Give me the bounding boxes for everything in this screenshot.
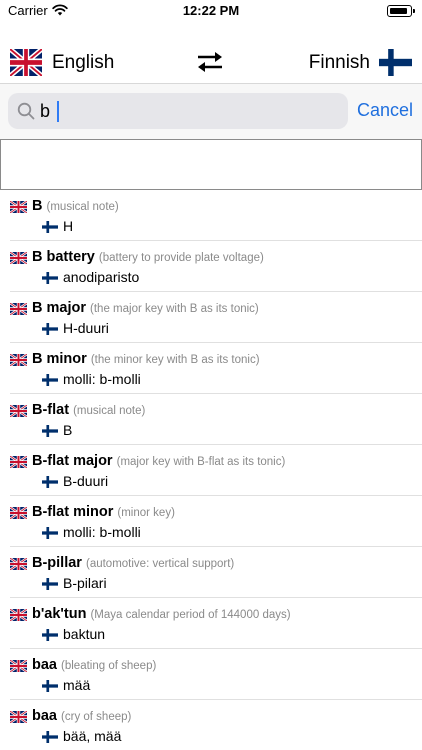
finland-flag-icon [42, 374, 58, 386]
entry-term-text: B major [32, 300, 86, 316]
entry-translation: baktun [63, 626, 106, 642]
finland-flag-icon [42, 323, 58, 335]
entry-term-text: B-flat major [32, 453, 113, 469]
uk-flag-icon [10, 354, 27, 366]
entry-translation: bää, mää [63, 728, 122, 744]
battery-icon [387, 5, 415, 17]
uk-flag-icon [10, 303, 27, 315]
finland-flag-icon [42, 731, 58, 743]
finland-flag-icon [42, 578, 58, 590]
finland-flag-icon [42, 476, 58, 488]
results-list: B (musical note) H B battery (battery to p… [0, 190, 422, 750]
swap-languages-icon[interactable] [195, 50, 225, 74]
entry-term: B major (the major key with B as its ton… [32, 300, 259, 316]
entry-term-text: baa [32, 657, 57, 673]
entry-term: baa (cry of sheep) [32, 708, 131, 724]
search-field-container[interactable] [8, 93, 348, 129]
finland-flag-icon [42, 221, 58, 233]
entry-term: B-flat (musical note) [32, 402, 145, 418]
list-item[interactable]: B battery (battery to provide plate volt… [10, 241, 422, 292]
entry-term: B battery (battery to provide plate volt… [32, 249, 264, 265]
list-item[interactable]: B-pillar (automotive: vertical support) B… [10, 547, 422, 598]
entry-translation: H-duuri [63, 320, 109, 336]
entry-translation: molli: b-molli [63, 524, 141, 540]
entry-term-text: B battery [32, 249, 95, 265]
list-item[interactable]: B-flat minor (minor key) molli: b-molli [10, 496, 422, 547]
search-input[interactable] [40, 95, 340, 127]
uk-flag-icon[interactable] [10, 49, 42, 76]
uk-flag-icon [10, 609, 27, 621]
entry-translation: B-duuri [63, 473, 109, 489]
list-item[interactable]: b'ak'tun (Maya calendar period of 144000… [10, 598, 422, 649]
cancel-button[interactable]: Cancel [357, 100, 413, 121]
entry-note: (automotive: vertical support) [85, 558, 235, 570]
entry-term: B-pillar (automotive: vertical support) [32, 555, 234, 571]
entry-term: B (musical note) [32, 198, 119, 214]
text-cursor [57, 101, 59, 122]
entry-translation: anodiparisto [63, 269, 140, 285]
entry-translation: B-pilari [63, 575, 107, 591]
uk-flag-icon [10, 558, 27, 570]
entry-term-text: B [32, 198, 43, 214]
uk-flag-icon [10, 252, 27, 264]
entry-translation: H [63, 218, 74, 234]
finland-flag-icon [42, 527, 58, 539]
list-item[interactable]: B-flat (musical note) B [10, 394, 422, 445]
entry-note: (battery to provide plate voltage) [98, 252, 264, 264]
finland-flag-icon [42, 425, 58, 437]
entry-term-text: B-flat [32, 402, 70, 418]
uk-flag-icon [10, 660, 27, 672]
finland-flag-icon [42, 272, 58, 284]
finland-flag-icon[interactable] [379, 49, 412, 76]
uk-flag-icon [10, 456, 27, 468]
target-language[interactable]: Finnish [309, 52, 370, 74]
list-item[interactable]: B major (the major key with B as its ton… [10, 292, 422, 343]
entry-note: (bleating of sheep) [61, 660, 157, 672]
entry-term-text: baa [32, 708, 57, 724]
clock: 12:22 PM [182, 3, 240, 18]
finland-flag-icon [42, 680, 58, 692]
entry-term: B minor (the minor key with B as its ton… [32, 351, 260, 367]
entry-note: (musical note) [46, 201, 119, 213]
language-bar: English Finnish [0, 40, 422, 84]
entry-term: B-flat major (major key with B-flat as i… [32, 453, 285, 469]
uk-flag-icon [10, 405, 27, 417]
entry-term: B-flat minor (minor key) [32, 504, 175, 520]
suggestion-area [0, 139, 422, 190]
status-bar: Carrier 12:22 PM [0, 0, 422, 24]
entry-translation: B [63, 422, 73, 438]
entry-term-text: B-pillar [32, 555, 82, 571]
entry-note: (musical note) [73, 405, 146, 417]
entry-term-text: b'ak'tun [32, 606, 87, 622]
entry-note: (minor key) [117, 507, 175, 519]
entry-note: (the minor key with B as its tonic) [90, 354, 260, 366]
uk-flag-icon [10, 711, 27, 723]
finland-flag-icon [42, 629, 58, 641]
entry-note: (cry of sheep) [61, 711, 132, 723]
entry-term-text: B minor [32, 351, 87, 367]
entry-note: (Maya calendar period of 144000 days) [90, 609, 291, 621]
list-item[interactable]: baa (bleating of sheep) mää [10, 649, 422, 700]
list-item[interactable]: B minor (the minor key with B as its ton… [10, 343, 422, 394]
uk-flag-icon [10, 201, 27, 213]
uk-flag-icon [10, 507, 27, 519]
search-bar: Cancel [0, 84, 422, 139]
entry-term-text: B-flat minor [32, 504, 114, 520]
entry-note: (the major key with B as its tonic) [90, 303, 259, 315]
list-item[interactable]: baa (cry of sheep) bää, mää [10, 700, 422, 750]
search-icon [17, 102, 35, 120]
entry-note: (major key with B-flat as its tonic) [116, 456, 286, 468]
entry-translation: mää [63, 677, 91, 693]
entry-term: baa (bleating of sheep) [32, 657, 156, 673]
entry-term: b'ak'tun (Maya calendar period of 144000… [32, 606, 291, 622]
entry-translation: molli: b-molli [63, 371, 141, 387]
source-language[interactable]: English [52, 52, 114, 74]
list-item[interactable]: B-flat major (major key with B-flat as i… [10, 445, 422, 496]
list-item[interactable]: B (musical note) H [10, 190, 422, 241]
